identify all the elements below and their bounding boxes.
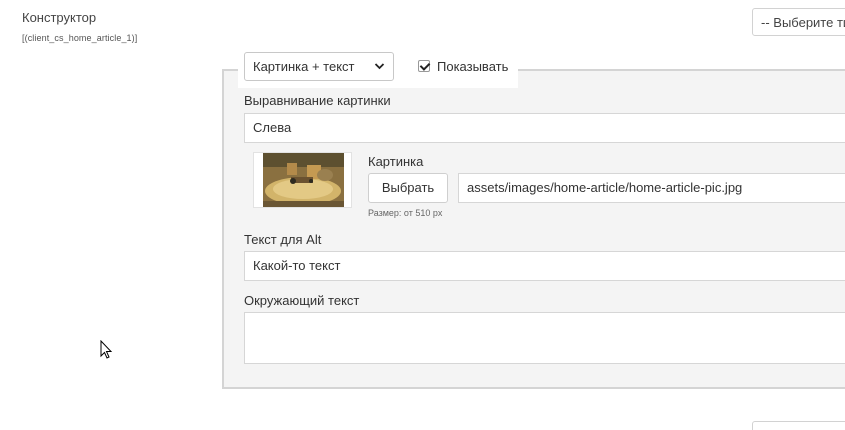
image-size-hint: Размер: от 510 px [368,208,443,218]
constructor-placeholder-key: [(client_cs_home_article_1)] [22,33,138,43]
alt-text-label: Текст для Alt [244,232,322,247]
constructor-label: Конструктор [22,10,97,25]
page: Конструктор [(client_cs_home_article_1)]… [0,0,845,430]
surrounding-text-label: Окружающий текст [244,293,360,308]
image-preview[interactable] [253,152,352,208]
image-align-input[interactable]: Слева [244,113,845,143]
surrounding-text-textarea[interactable] [244,312,845,364]
image-label: Картинка [368,154,424,169]
choose-image-button[interactable]: Выбрать [368,173,448,203]
show-checkbox-label[interactable]: Показывать [437,59,508,74]
show-checkbox[interactable] [418,60,430,72]
image-align-label: Выравнивание картинки [244,93,391,108]
block-template-select[interactable]: Картинка + текст [244,52,394,81]
image-path-input[interactable]: assets/images/home-article/home-article-… [458,173,845,203]
chevron-down-icon [374,53,385,91]
next-block-control[interactable] [752,421,845,430]
image-thumbnail [263,153,344,207]
mouse-cursor-icon [100,339,114,360]
alt-text-input[interactable]: Какой-то текст [244,251,845,281]
block-type-select[interactable]: -- Выберите тип [752,8,845,36]
block-template-select-value: Картинка + текст [253,59,355,74]
